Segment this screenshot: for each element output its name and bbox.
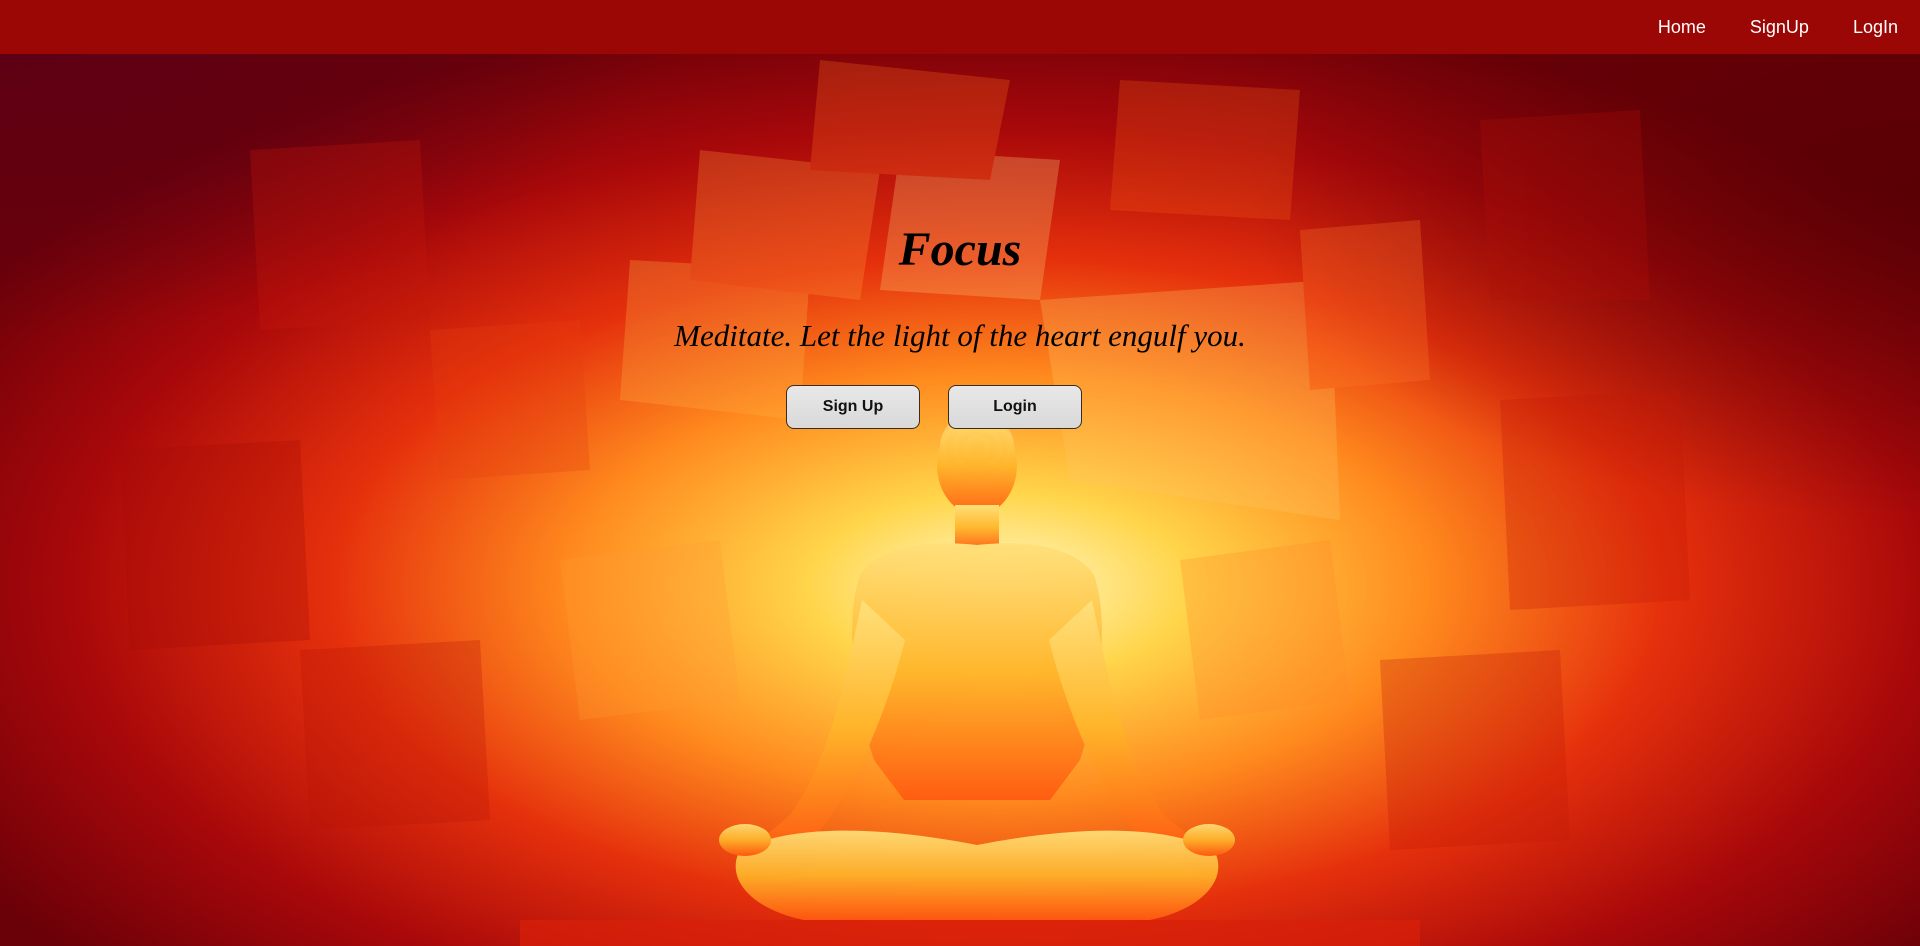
landing-page: Home SignUp LogIn Focus Meditate. Let th… <box>0 0 1920 946</box>
signup-button[interactable]: Sign Up <box>786 385 920 429</box>
hero-subtitle: Meditate. Let the light of the heart eng… <box>674 318 1246 353</box>
top-navbar: Home SignUp LogIn <box>0 0 1920 54</box>
grass-strip <box>520 920 1420 946</box>
nav-link-login[interactable]: LogIn <box>1831 0 1920 54</box>
meditation-background <box>0 0 1920 946</box>
nav-link-signup[interactable]: SignUp <box>1728 0 1831 54</box>
nav-link-home[interactable]: Home <box>1636 0 1728 54</box>
hero-buttons: Sign Up Login <box>0 385 1920 429</box>
login-button[interactable]: Login <box>948 385 1082 429</box>
nav-links: Home SignUp LogIn <box>1636 0 1920 54</box>
page-title: Focus <box>898 223 1022 276</box>
